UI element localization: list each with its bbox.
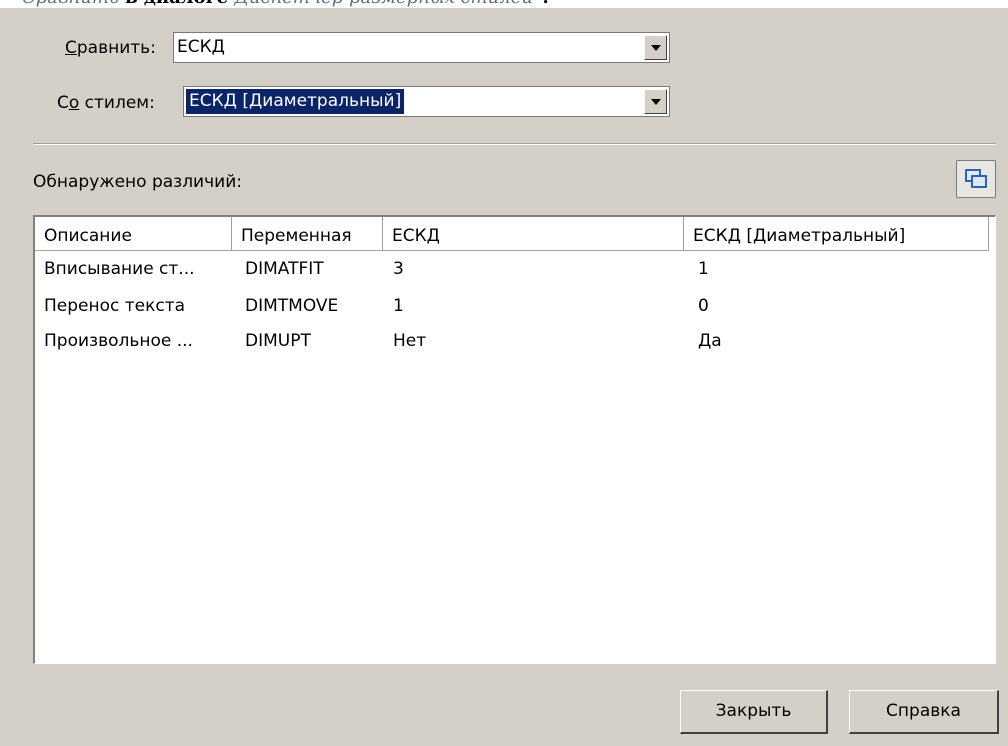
column-header-style-1[interactable]: ЕСКД bbox=[383, 217, 684, 251]
help-button[interactable]: Справка bbox=[849, 690, 999, 734]
cell-value-2: 1 bbox=[698, 259, 709, 279]
cell-value-1: Нет bbox=[393, 331, 427, 351]
differences-label: Обнаружено различий: bbox=[33, 172, 242, 192]
caption-end: ". bbox=[533, 0, 549, 8]
compare-combobox[interactable]: ЕСКД bbox=[173, 32, 670, 63]
copy-button[interactable] bbox=[956, 160, 996, 198]
column-header-label: ЕСКД [Диаметральный] bbox=[693, 226, 906, 246]
cell-description: Перенос текста bbox=[44, 296, 186, 316]
compare-label-accel: С bbox=[65, 38, 77, 58]
with-style-label: Со стилем: bbox=[57, 93, 155, 113]
cell-value-1: 1 bbox=[393, 296, 404, 316]
with-style-combobox[interactable]: ЕСКД [Диаметральный] bbox=[183, 86, 670, 117]
cell-variable: DIMUPT bbox=[245, 331, 311, 351]
chevron-down-icon[interactable] bbox=[644, 89, 667, 114]
chevron-down-icon[interactable] bbox=[644, 35, 667, 60]
with-style-label-accel: о bbox=[68, 93, 80, 113]
compare-label-rest: равнить: bbox=[76, 38, 156, 58]
compare-label: Сравнить: bbox=[65, 38, 156, 58]
column-header-label: Переменная bbox=[241, 226, 352, 246]
cell-value-2: Да bbox=[698, 331, 722, 351]
caption-text: Сравнить в диалоге Диспетчер размерных с… bbox=[22, 0, 549, 8]
cell-variable: DIMATFIT bbox=[245, 259, 324, 279]
column-header-description[interactable]: Описание bbox=[35, 217, 232, 251]
column-header-variable[interactable]: Переменная bbox=[232, 217, 383, 251]
caption-suffix: Диспетчер размерных стилей bbox=[234, 0, 533, 8]
with-style-label-pre: С bbox=[57, 93, 69, 113]
close-button[interactable]: Закрыть bbox=[680, 690, 828, 734]
caption-strip: Сравнить в диалоге Диспетчер размерных с… bbox=[0, 0, 1008, 8]
column-header-label: Описание bbox=[44, 226, 132, 246]
cell-value-2: 0 bbox=[698, 296, 709, 316]
separator bbox=[33, 143, 996, 145]
cell-value-1: 3 bbox=[393, 259, 404, 279]
cell-variable: DIMTMOVE bbox=[245, 296, 339, 316]
caption-prefix: Сравнить bbox=[22, 0, 119, 8]
differences-list[interactable]: Описание Переменная ЕСКД ЕСКД [Диаметрал… bbox=[33, 215, 996, 664]
cell-description: Произвольное ... bbox=[44, 331, 193, 351]
with-style-label-rest: стилем: bbox=[79, 93, 155, 113]
list-header: Описание Переменная ЕСКД ЕСКД [Диаметрал… bbox=[35, 217, 994, 251]
table-row[interactable]: Вписывание ст... DIMATFIT 3 1 bbox=[35, 259, 994, 289]
caption-middle: в диалоге bbox=[119, 0, 235, 8]
column-header-label: ЕСКД bbox=[392, 226, 440, 246]
column-header-style-2[interactable]: ЕСКД [Диаметральный] bbox=[684, 217, 989, 251]
table-row[interactable]: Произвольное ... DIMUPT Нет Да bbox=[35, 331, 994, 361]
compare-value: ЕСКД bbox=[177, 37, 225, 57]
cell-description: Вписывание ст... bbox=[44, 259, 195, 279]
table-row[interactable]: Перенос текста DIMTMOVE 1 0 bbox=[35, 296, 994, 326]
with-style-value: ЕСКД [Диаметральный] bbox=[186, 89, 405, 114]
